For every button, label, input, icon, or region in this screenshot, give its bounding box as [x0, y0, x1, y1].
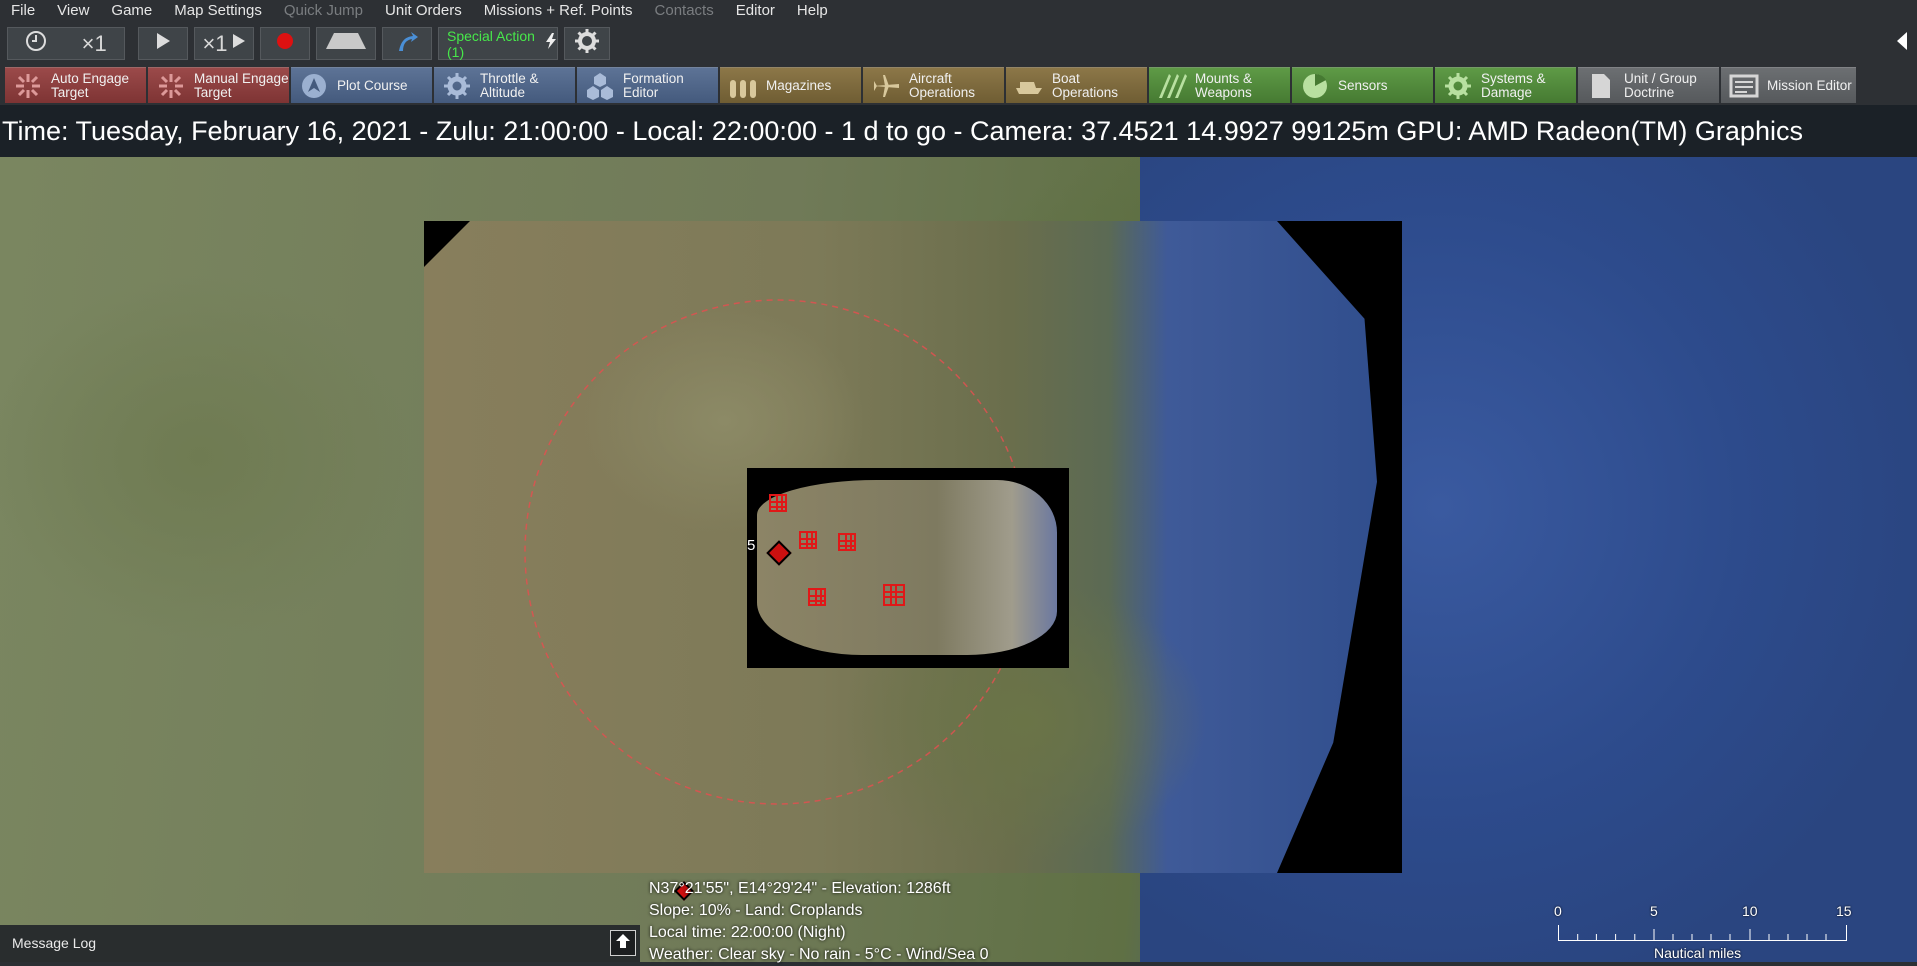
- message-log-panel[interactable]: Message Log: [0, 925, 640, 962]
- weapons-icon: [1157, 72, 1187, 100]
- game-toolbar: ×1 ×1 Special Action (1): [0, 22, 1917, 65]
- crosshair-icon: [156, 72, 186, 100]
- play-icon: [155, 32, 171, 56]
- facility-marker[interactable]: [808, 588, 826, 606]
- menu-game[interactable]: Game: [100, 0, 163, 22]
- lightning-icon: [545, 32, 557, 55]
- plot-course-label: Plot Course: [337, 77, 408, 93]
- menu-bar: File View Game Map Settings Quick Jump U…: [0, 0, 1917, 22]
- cursor-weather: Weather: Clear sky - No rain - 5°C - Win…: [649, 946, 989, 963]
- throttle-altitude-label: Throttle & Altitude: [480, 70, 539, 100]
- menu-unit-orders[interactable]: Unit Orders: [374, 0, 473, 22]
- menu-quick-jump[interactable]: Quick Jump: [273, 0, 374, 22]
- special-action-button[interactable]: Special Action (1): [438, 27, 558, 60]
- map-view[interactable]: 5: [0, 157, 1917, 962]
- facility-marker[interactable]: [769, 494, 787, 512]
- facility-marker[interactable]: [838, 533, 856, 551]
- systems-damage-button[interactable]: Systems & Damage: [1435, 67, 1576, 103]
- terrain-button[interactable]: [316, 27, 376, 60]
- record-icon: [276, 32, 294, 56]
- play-speed-label: ×1: [202, 30, 228, 56]
- crosshair-icon: [13, 72, 43, 100]
- arrow-up-icon: [615, 933, 631, 954]
- speed-button[interactable]: ×1: [194, 27, 254, 60]
- mounts-weapons-label: Mounts & Weapons: [1195, 70, 1253, 100]
- formation-editor-button[interactable]: Formation Editor: [577, 67, 718, 103]
- chevron-left-icon: [1896, 31, 1908, 56]
- menu-missions[interactable]: Missions + Ref. Points: [473, 0, 644, 22]
- facility-marker[interactable]: [883, 584, 905, 606]
- detail-land: [757, 480, 1057, 655]
- terrain-icon: [324, 29, 368, 59]
- unit-group-doctrine-label: Unit / Group Doctrine: [1624, 70, 1697, 100]
- systems-damage-label: Systems & Damage: [1481, 70, 1546, 100]
- side-panel-toggle[interactable]: [1887, 22, 1917, 65]
- plot-course-icon: [299, 72, 329, 100]
- time-compression-button[interactable]: ×1: [7, 27, 125, 60]
- menu-editor[interactable]: Editor: [725, 0, 786, 22]
- status-info-bar: Time: Tuesday, February 16, 2021 - Zulu:…: [0, 105, 1917, 157]
- sensors-label: Sensors: [1338, 77, 1388, 93]
- menu-contacts[interactable]: Contacts: [644, 0, 725, 22]
- manual-engage-target-label: Manual Engage Target: [194, 70, 289, 100]
- magazines-button[interactable]: Magazines: [720, 67, 861, 103]
- menu-view[interactable]: View: [46, 0, 100, 22]
- gear-icon: [1443, 72, 1473, 100]
- arrow-icon: [395, 29, 419, 59]
- play-small-icon: [232, 32, 246, 55]
- scale-ruler: [1558, 925, 1847, 941]
- message-log-label: Message Log: [12, 935, 97, 951]
- settings-button[interactable]: [564, 27, 610, 60]
- expand-log-button[interactable]: [610, 930, 636, 956]
- scale-tick-label: 10: [1742, 903, 1758, 919]
- cursor-info-panel: N37°21'55", E14°29'24" - Elevation: 1286…: [649, 878, 989, 966]
- mission-editor-label: Mission Editor: [1767, 77, 1852, 93]
- scale-bar: 0 5 10 15 Nautical miles: [1554, 903, 1854, 962]
- aircraft-icon: [871, 72, 901, 100]
- detail-imagery-tile: [747, 468, 1069, 668]
- gear-icon: [574, 28, 600, 60]
- cursor-local-time: Local time: 22:00:00 (Night): [649, 924, 846, 941]
- plot-course-button[interactable]: Plot Course: [291, 67, 432, 103]
- command-bar: Auto Engage Target Manual Engage Target …: [0, 65, 1917, 105]
- cursor-terrain: Slope: 10% - Land: Croplands: [649, 902, 863, 919]
- scale-tick-label: 15: [1836, 903, 1852, 919]
- facility-marker[interactable]: [799, 531, 817, 549]
- course-arrow-button[interactable]: [382, 27, 432, 60]
- mounts-weapons-button[interactable]: Mounts & Weapons: [1149, 67, 1290, 103]
- play-button[interactable]: [138, 27, 188, 60]
- boat-operations-button[interactable]: Boat Operations: [1006, 67, 1147, 103]
- scale-unit-label: Nautical miles: [1654, 945, 1742, 961]
- unit-group-doctrine-button[interactable]: Unit / Group Doctrine: [1578, 67, 1719, 103]
- manual-engage-target-button[interactable]: Manual Engage Target: [148, 67, 289, 103]
- auto-engage-target-label: Auto Engage Target: [51, 70, 130, 100]
- aircraft-operations-button[interactable]: Aircraft Operations: [863, 67, 1004, 103]
- sensors-button[interactable]: Sensors: [1292, 67, 1433, 103]
- unit-count-label: 5: [747, 537, 756, 554]
- menu-file[interactable]: File: [0, 0, 46, 22]
- magazines-label: Magazines: [766, 77, 832, 93]
- ammo-icon: [728, 72, 758, 100]
- special-action-label: Special Action (1): [447, 27, 535, 60]
- mission-icon: [1729, 72, 1759, 100]
- boat-icon: [1014, 72, 1044, 100]
- aircraft-operations-label: Aircraft Operations: [909, 70, 976, 100]
- throttle-gear-icon: [442, 72, 472, 100]
- scale-tick-label: 5: [1650, 903, 1658, 919]
- scale-tick-label: 0: [1554, 903, 1562, 919]
- auto-engage-target-button[interactable]: Auto Engage Target: [5, 67, 146, 103]
- formation-editor-label: Formation Editor: [623, 70, 684, 100]
- clock-icon: [25, 30, 47, 58]
- clock-speed-label: ×1: [81, 30, 107, 56]
- throttle-altitude-button[interactable]: Throttle & Altitude: [434, 67, 575, 103]
- cursor-coords: N37°21'55", E14°29'24" - Elevation: 1286…: [649, 880, 951, 897]
- menu-help[interactable]: Help: [786, 0, 839, 22]
- boat-operations-label: Boat Operations: [1052, 70, 1119, 100]
- mission-editor-button[interactable]: Mission Editor: [1721, 67, 1856, 103]
- radar-icon: [1300, 72, 1330, 100]
- record-button[interactable]: [260, 27, 310, 60]
- formation-icon: [585, 72, 615, 100]
- menu-map-settings[interactable]: Map Settings: [163, 0, 273, 22]
- document-icon: [1586, 72, 1616, 100]
